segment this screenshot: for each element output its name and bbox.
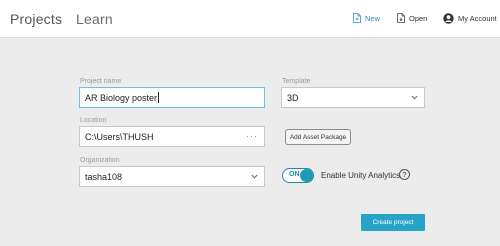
organization-label: Organization (80, 157, 120, 164)
location-input[interactable]: C:\Users\THUSH ··· (79, 126, 265, 147)
top-bar: Projects Learn New Open My Account (0, 0, 500, 38)
organization-value: tasha108 (85, 171, 123, 182)
tab-learn[interactable]: Learn (76, 11, 113, 27)
template-value: 3D (287, 92, 299, 103)
my-account-button[interactable]: My Account (443, 13, 497, 24)
location-label: Location (80, 117, 107, 124)
location-value: C:\Users\THUSH (85, 131, 154, 142)
new-label: New (365, 13, 381, 23)
toggle-state-label: ON (289, 171, 300, 178)
new-file-icon (353, 13, 361, 23)
open-label: Open (409, 13, 428, 23)
create-project-button[interactable]: Create project (361, 214, 425, 231)
enable-analytics-label: Enable Unity Analytics (321, 171, 401, 180)
tab-projects[interactable]: Projects (10, 11, 62, 27)
browse-location-button[interactable]: ··· (246, 131, 258, 141)
project-name-input[interactable]: AR Biology poster (79, 87, 265, 108)
project-name-label: Project name (80, 78, 122, 85)
my-account-label: My Account (458, 14, 497, 23)
toggle-knob (300, 169, 313, 182)
chevron-down-icon (251, 174, 258, 179)
chevron-down-icon (411, 95, 418, 100)
new-project-button[interactable]: New (353, 13, 380, 23)
template-dropdown[interactable]: 3D (281, 87, 425, 108)
text-caret (158, 92, 160, 103)
account-avatar-icon (443, 13, 454, 24)
analytics-toggle[interactable]: ON (282, 168, 314, 183)
organization-dropdown[interactable]: tasha108 (79, 166, 265, 187)
open-file-icon (397, 13, 405, 23)
open-project-button[interactable]: Open (397, 13, 427, 23)
project-name-value: AR Biology poster (85, 92, 158, 103)
add-asset-package-button[interactable]: Add Asset Package (285, 129, 351, 145)
help-icon[interactable]: ? (399, 169, 410, 180)
template-label: Template (282, 78, 311, 85)
